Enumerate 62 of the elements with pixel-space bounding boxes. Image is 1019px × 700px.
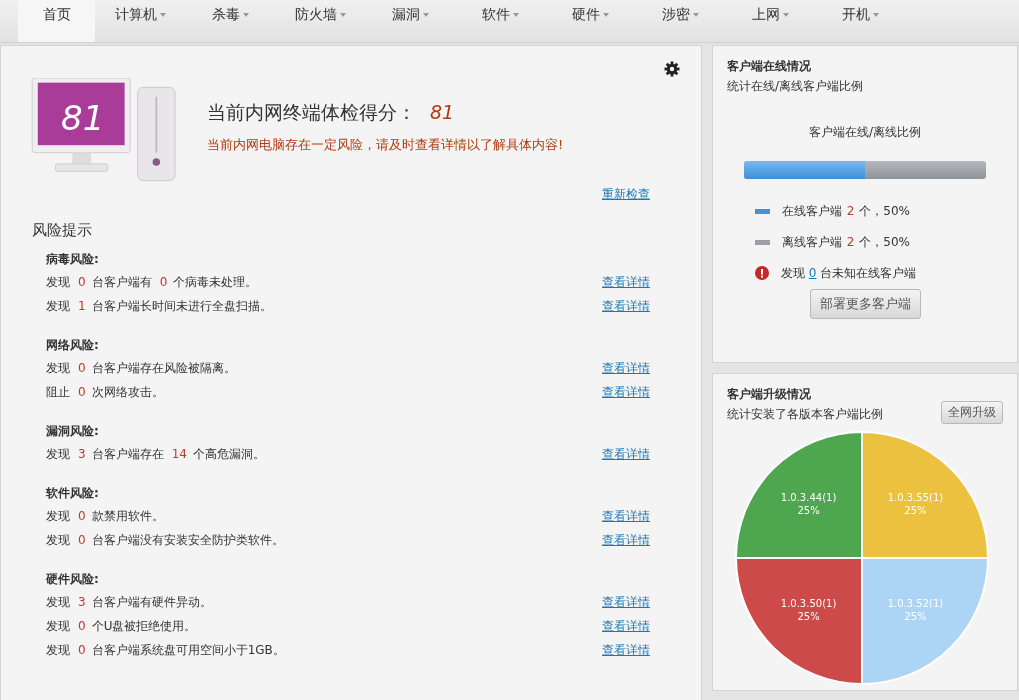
risk-text: 发现 0 个U盘被拒绝使用。	[46, 617, 198, 635]
card-subtitle: 统计安装了各版本客户端比例	[727, 406, 883, 423]
upgrade-all-button[interactable]: 全网升级	[941, 401, 1003, 424]
details-link[interactable]: 查看详情	[602, 383, 650, 401]
nav-tab[interactable]: 漏洞	[365, 0, 455, 42]
card-subtitle: 统计在线/离线客户端比例	[727, 78, 865, 95]
details-link[interactable]: 查看详情	[602, 359, 650, 377]
risk-text: 发现 0 台客户端系统盘可用空间小于1GB。	[46, 641, 286, 659]
group-title: 硬件风险:	[46, 571, 100, 588]
risk-text: 发现 0 台客户端有 0 个病毒未处理。	[46, 273, 259, 291]
details-link[interactable]: 查看详情	[602, 531, 650, 549]
slice-label: 1.0.3.50(1)	[780, 598, 837, 610]
details-link[interactable]: 查看详情	[602, 617, 650, 635]
screen-score: 81	[61, 98, 105, 138]
details-link[interactable]: 查看详情	[602, 445, 650, 463]
nav-tab[interactable]: 防火墙	[275, 0, 365, 42]
group-title: 漏洞风险:	[46, 423, 100, 440]
nav-tab[interactable]: 计算机	[95, 0, 185, 42]
deploy-button[interactable]: 部署更多客户端	[809, 289, 921, 319]
risk-text: 发现 0 款禁用软件。	[46, 507, 165, 525]
risk-text: 发现 1 台客户端长时间未进行全盘扫描。	[46, 297, 273, 315]
card-title: 客户端在线情况	[727, 58, 812, 75]
details-link[interactable]: 查看详情	[602, 273, 650, 291]
legend-text: 在线客户端 2 个，50%	[782, 202, 910, 220]
risk-text: 发现 0 台客户端存在风险被隔离。	[46, 359, 237, 377]
nav-tab[interactable]: 杀毒	[185, 0, 275, 42]
warning-text: 当前内网电脑存在一定风险，请及时查看详情以了解具体内容!	[207, 136, 564, 154]
group-title: 网络风险:	[46, 337, 100, 354]
risk-text: 发现 3 台客户端存在 14 个高危漏洞。	[46, 445, 266, 463]
group-title: 病毒风险:	[46, 251, 100, 268]
details-link[interactable]: 查看详情	[602, 593, 650, 611]
score-value: 81	[430, 101, 455, 123]
nav-tab[interactable]: 开机	[815, 0, 905, 42]
slice-percent: 25%	[904, 611, 927, 623]
details-link[interactable]: 查看详情	[602, 641, 650, 659]
nav-tab[interactable]: 软件	[455, 0, 545, 42]
risk-text: 阻止 0 次网络攻击。	[46, 383, 165, 401]
warning-icon	[755, 266, 769, 280]
card-title: 客户端升级情况	[727, 386, 812, 403]
group-title: 软件风险:	[46, 485, 100, 502]
nav-tab[interactable]: 硬件	[545, 0, 635, 42]
risk-text: 发现 0 台客户端没有安装安全防护类软件。	[46, 531, 285, 549]
bar-title: 客户端在线/离线比例	[807, 124, 922, 141]
slice-label: 1.0.3.44(1)	[780, 491, 837, 503]
slice-percent: 25%	[797, 611, 820, 623]
recheck-link[interactable]: 重新检查	[602, 186, 650, 203]
risk-text: 发现 3 台客户端有硬件异动。	[46, 593, 213, 611]
slice-percent: 25%	[904, 504, 927, 516]
slice-label: 1.0.3.55(1)	[887, 491, 944, 503]
nav-tab[interactable]: 涉密	[635, 0, 725, 42]
section-title: 风险提示	[31, 220, 93, 241]
nav-tab[interactable]: 首页	[18, 0, 95, 42]
nav-tab[interactable]: 上网	[725, 0, 815, 42]
settings-icon[interactable]	[664, 61, 680, 77]
unknown-clients-text: 发现 0 台未知在线客户端	[781, 264, 917, 282]
slice-percent: 25%	[797, 504, 820, 516]
legend-text: 离线客户端 2 个，50%	[782, 233, 910, 251]
details-link[interactable]: 查看详情	[602, 297, 650, 315]
slice-label: 1.0.3.52(1)	[887, 598, 944, 610]
score-label: 当前内网终端体检得分：	[207, 100, 416, 125]
unknown-count-link[interactable]: 0	[808, 265, 817, 280]
details-link[interactable]: 查看详情	[602, 507, 650, 525]
